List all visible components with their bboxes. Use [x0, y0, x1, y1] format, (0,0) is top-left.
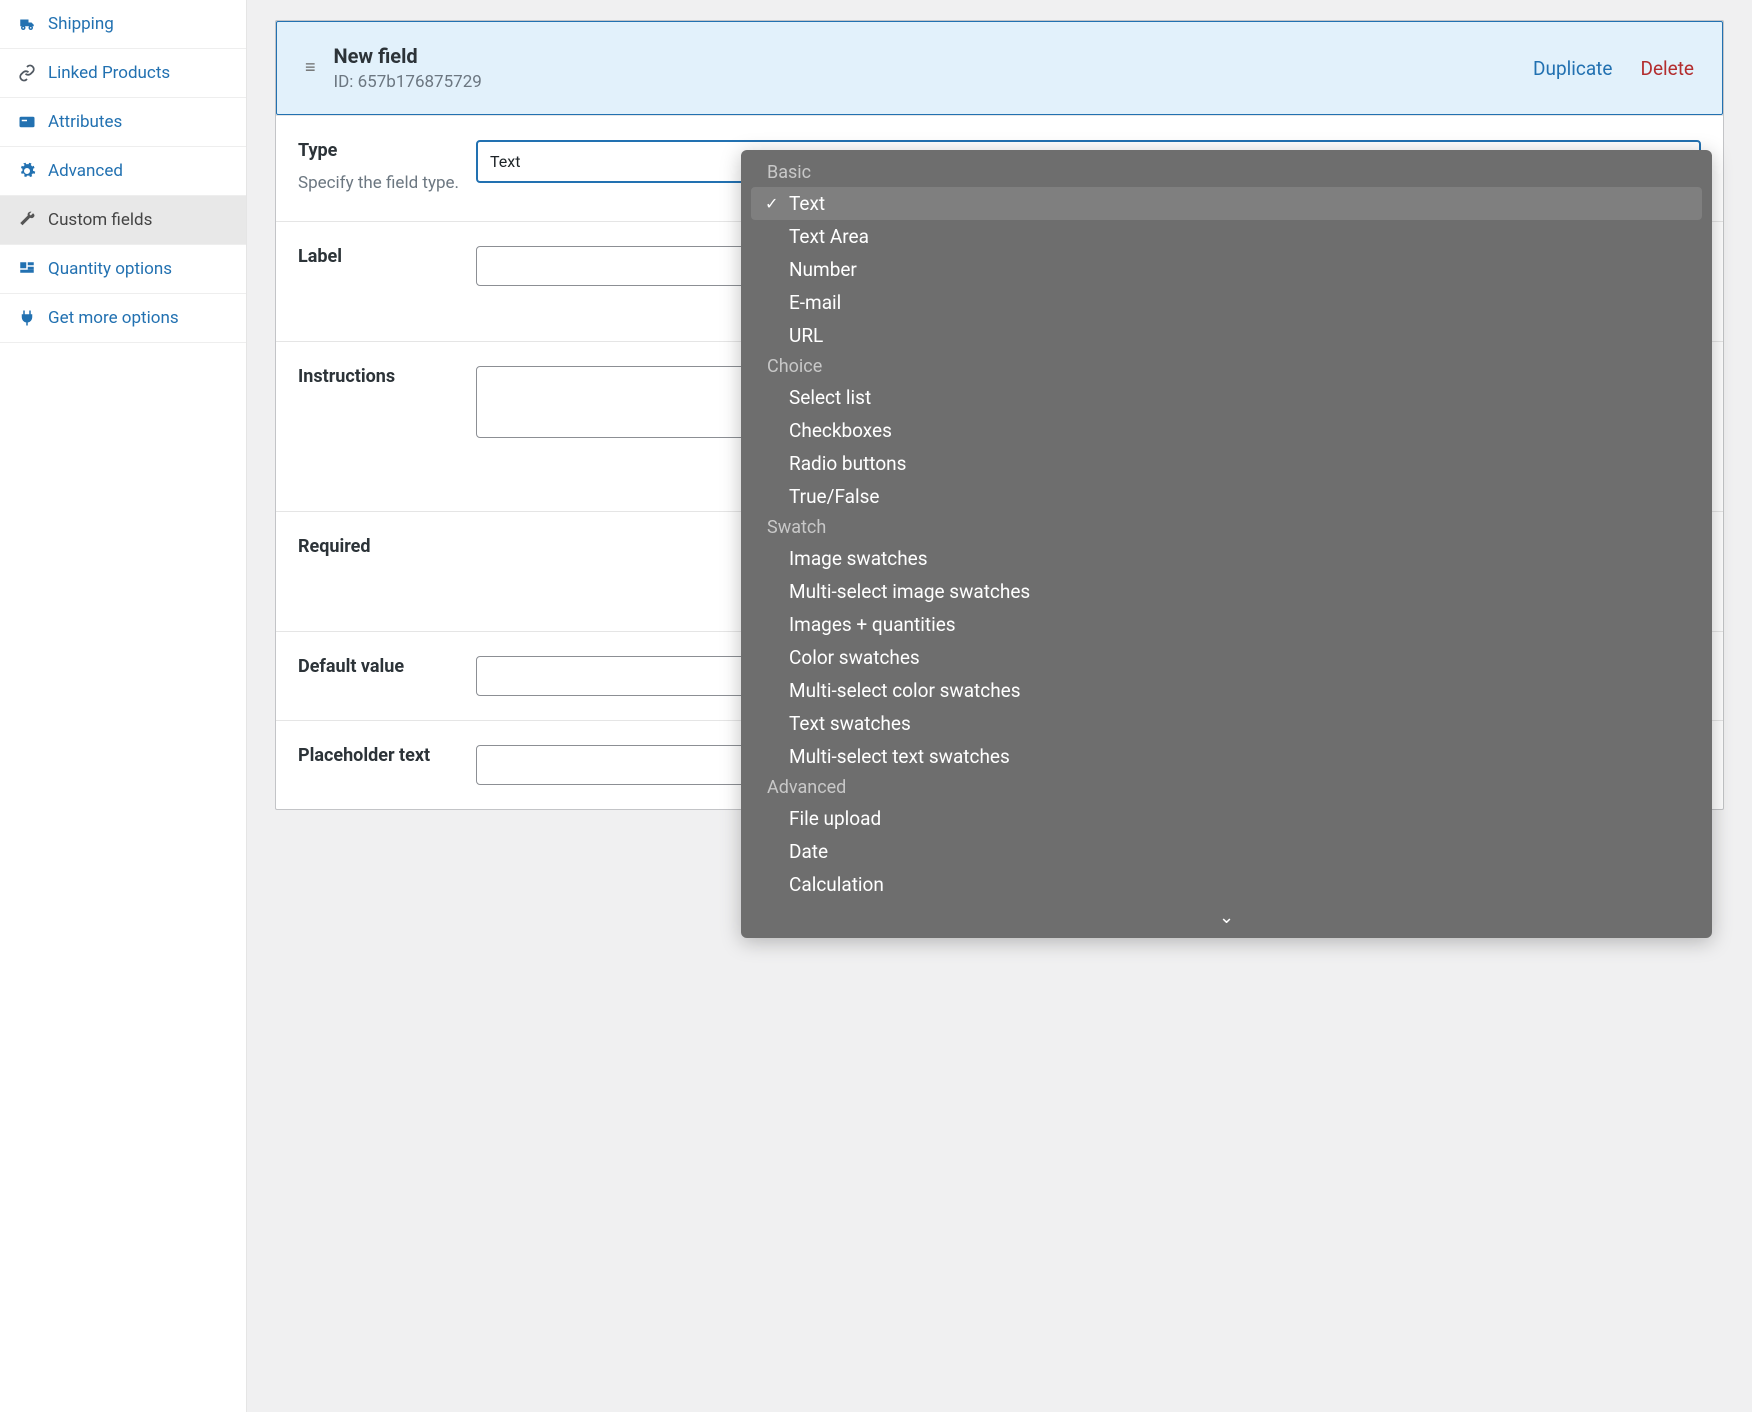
check-icon: ✓ [765, 194, 789, 213]
dropdown-option[interactable]: Date [751, 835, 1702, 868]
dropdown-option[interactable]: Checkboxes [751, 414, 1702, 447]
dropdown-option-label: Text Area [789, 225, 1684, 248]
dropdown-option-label: Text swatches [789, 712, 1684, 735]
sidebar-item-attributes[interactable]: Attributes [0, 98, 246, 147]
row-label-placeholder: Placeholder text [298, 745, 464, 766]
dropdown-option-label: Text [789, 192, 1684, 215]
dropdown-option-label: Multi-select color swatches [789, 679, 1684, 702]
row-desc-type: Specify the field type. [298, 171, 464, 197]
dropdown-option-label: Select list [789, 386, 1684, 409]
dropdown-option[interactable]: URL [751, 319, 1702, 352]
drag-handle-icon[interactable]: ≡ [305, 59, 316, 77]
dropdown-option[interactable]: Images + quantities [751, 608, 1702, 641]
sidebar-item-custom-fields[interactable]: Custom fields [0, 196, 246, 245]
card-icon [16, 113, 38, 131]
plug-icon [16, 309, 38, 327]
dropdown-option-label: True/False [789, 485, 1684, 508]
dropdown-option-label: Multi-select image swatches [789, 580, 1684, 603]
sidebar-item-label: Attributes [48, 112, 122, 132]
dropdown-option[interactable]: Multi-select color swatches [751, 674, 1702, 707]
sidebar-item-label: Shipping [48, 14, 114, 34]
dropdown-option-label: Date [789, 840, 1684, 863]
wrench-icon [16, 211, 38, 229]
sidebar-item-linked-products[interactable]: Linked Products [0, 49, 246, 98]
dropdown-option[interactable]: ✓Text [751, 187, 1702, 220]
dropdown-option-label: Image swatches [789, 547, 1684, 570]
dropdown-scroll-indicator[interactable]: ⌄ [751, 901, 1702, 928]
dropdown-option[interactable]: Select list [751, 381, 1702, 414]
dropdown-group-label: Swatch [751, 513, 1702, 542]
dropdown-option[interactable]: Text swatches [751, 707, 1702, 740]
sidebar-item-label: Get more options [48, 308, 179, 328]
stack-icon [16, 260, 38, 278]
row-label-type: Type [298, 140, 464, 161]
row-label-instructions: Instructions [298, 366, 464, 387]
dropdown-group-label: Advanced [751, 773, 1702, 802]
dropdown-option-label: Number [789, 258, 1684, 281]
dropdown-option-label: Calculation [789, 873, 1684, 896]
field-title: New field [334, 44, 1516, 68]
dropdown-option[interactable]: Radio buttons [751, 447, 1702, 480]
dropdown-group-label: Basic [751, 158, 1702, 187]
row-label-label: Label [298, 246, 464, 267]
sidebar-item-label: Quantity options [48, 259, 172, 279]
type-dropdown: Basic✓TextText AreaNumberE-mailURLChoice… [741, 150, 1712, 938]
dropdown-option-label: Checkboxes [789, 419, 1684, 442]
sidebar-item-quantity-options[interactable]: Quantity options [0, 245, 246, 294]
dropdown-option-label: Radio buttons [789, 452, 1684, 475]
row-label-default: Default value [298, 656, 464, 677]
sidebar-item-get-more-options[interactable]: Get more options [0, 294, 246, 343]
dropdown-option-label: Images + quantities [789, 613, 1684, 636]
dropdown-option[interactable]: File upload [751, 802, 1702, 835]
sidebar-item-label: Advanced [48, 161, 123, 181]
row-label-required: Required [298, 536, 464, 557]
dropdown-option[interactable]: Text Area [751, 220, 1702, 253]
dropdown-option[interactable]: Multi-select image swatches [751, 575, 1702, 608]
dropdown-option[interactable]: Multi-select text swatches [751, 740, 1702, 773]
field-id: ID: 657b176875729 [334, 72, 1516, 92]
dropdown-option[interactable]: Number [751, 253, 1702, 286]
dropdown-option-label: URL [789, 324, 1684, 347]
dropdown-option[interactable]: True/False [751, 480, 1702, 513]
dropdown-option-label: Color swatches [789, 646, 1684, 669]
main-content: ≡ New field ID: 657b176875729 Duplicate … [247, 0, 1752, 1412]
sidebar-item-label: Custom fields [48, 210, 152, 230]
dropdown-option[interactable]: Calculation [751, 868, 1702, 901]
sidebar-item-label: Linked Products [48, 63, 170, 83]
dropdown-option[interactable]: Image swatches [751, 542, 1702, 575]
field-header[interactable]: ≡ New field ID: 657b176875729 Duplicate … [276, 21, 1723, 115]
sidebar-item-advanced[interactable]: Advanced [0, 147, 246, 196]
dropdown-option[interactable]: E-mail [751, 286, 1702, 319]
dropdown-option-label: File upload [789, 807, 1684, 830]
dropdown-option-label: Multi-select text swatches [789, 745, 1684, 768]
gear-icon [16, 162, 38, 180]
chevron-down-icon: ⌄ [1219, 907, 1234, 928]
delete-button[interactable]: Delete [1640, 57, 1694, 80]
dropdown-option-label: E-mail [789, 291, 1684, 314]
truck-icon [16, 15, 38, 33]
link-icon [16, 64, 38, 82]
dropdown-group-label: Choice [751, 352, 1702, 381]
duplicate-button[interactable]: Duplicate [1533, 57, 1612, 80]
dropdown-option[interactable]: Color swatches [751, 641, 1702, 674]
product-data-sidebar: Shipping Linked Products Attributes Adva… [0, 0, 247, 1412]
sidebar-item-shipping[interactable]: Shipping [0, 0, 246, 49]
